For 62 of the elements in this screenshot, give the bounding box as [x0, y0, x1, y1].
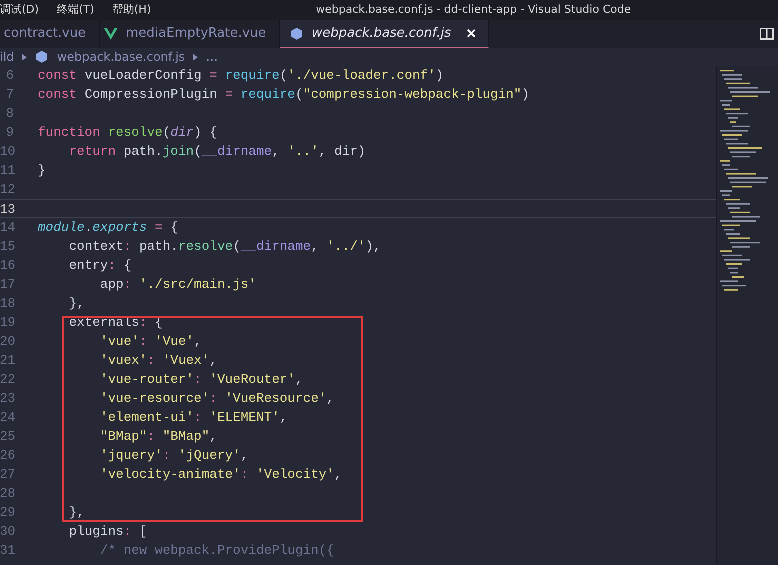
line-number: 21 [0, 352, 14, 370]
hexagon-icon [35, 50, 50, 64]
menu-item[interactable]: 帮助(H) [112, 0, 152, 20]
code-line: entry: { [69, 257, 132, 275]
close-icon[interactable] [467, 29, 476, 38]
breadcrumb-item[interactable]: webpack.base.conf.js [57, 48, 186, 66]
line-number: 26 [0, 447, 14, 465]
menu-item[interactable]: 终端(T) [57, 0, 94, 20]
line-number: 10 [0, 143, 14, 161]
code-line: return path.join(__dirname, '..', dir) [69, 143, 366, 161]
code-line: } [38, 162, 46, 180]
line-number: 28 [0, 485, 14, 503]
code-line: context: path.resolve(__dirname, '../'), [69, 238, 382, 256]
line-number: 17 [0, 276, 14, 294]
code-line: 'vue-resource': 'VueResource', [100, 390, 334, 408]
line-number: 20 [0, 333, 14, 351]
breadcrumb-item[interactable]: ild [0, 48, 14, 66]
line-number: 6 [5, 67, 14, 85]
hexagon-icon [290, 26, 304, 40]
code-line: module.exports = { [38, 219, 178, 237]
line-number: 24 [0, 409, 14, 427]
code-line: 'vue': 'Vue', [100, 333, 202, 351]
line-number: 11 [0, 162, 14, 180]
line-number: 13 [0, 201, 14, 217]
line-number: 25 [0, 428, 14, 446]
line-number: 12 [0, 181, 14, 199]
code-line: 'element-ui': 'ELEMENT', [100, 409, 288, 427]
code-line: 'velocity-animate': 'Velocity', [100, 466, 342, 484]
code-line: plugins: [ [69, 523, 148, 541]
line-number: 15 [0, 238, 14, 256]
code-line: 'vue-router': 'VueRouter', [100, 371, 304, 389]
chevron-right-icon [193, 54, 198, 60]
menu-item[interactable]: 调试(D) [0, 0, 40, 20]
line-number: 30 [0, 523, 14, 541]
line-number: 29 [0, 504, 14, 522]
line-number: 31 [0, 542, 14, 560]
line-number: 27 [0, 466, 14, 484]
code-line: const CompressionPlugin = require("compression-webpack-plugin") [38, 86, 530, 104]
line-number: 9 [5, 124, 14, 142]
line-number: 18 [0, 295, 14, 313]
line-number: 19 [0, 314, 14, 332]
v-logo-icon [104, 28, 118, 40]
chevron-right-icon [22, 54, 28, 60]
code-line: function resolve(dir) { [38, 124, 218, 142]
line-number: 14 [0, 219, 14, 237]
code-line: 'jquery': 'jQuery', [100, 447, 249, 465]
breadcrumb-item[interactable]: … [206, 48, 218, 66]
code-line: 'vuex': 'Vuex', [100, 352, 218, 370]
code-line: "BMap": "BMap", [100, 428, 218, 446]
editor-tab[interactable]: webpack.base.conf.js [280, 20, 490, 48]
code-line: const vueLoaderConfig = require('./vue-loader.conf') [38, 67, 444, 85]
line-number: 23 [0, 390, 14, 408]
line-number: 7 [5, 86, 14, 104]
code-line: }, [69, 295, 85, 313]
line-number: 22 [0, 371, 14, 389]
line-number: 16 [0, 257, 14, 275]
code-line: /* new webpack.ProvidePlugin({ [100, 542, 334, 560]
code-line: app: './src/main.js' [100, 276, 256, 294]
code-line: }, [69, 504, 85, 522]
line-number: 8 [5, 105, 14, 123]
split-editor-icon[interactable] [760, 28, 774, 40]
window-title: webpack.base.conf.js - dd-client-app - Visual Studio Code [316, 2, 632, 18]
